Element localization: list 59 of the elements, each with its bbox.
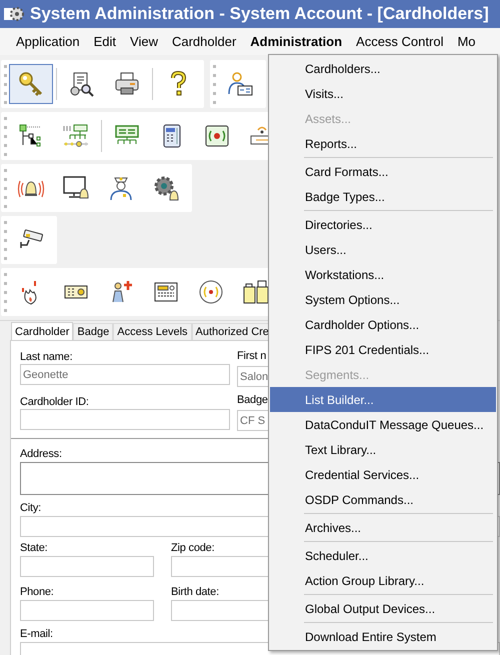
menu-item[interactable]: Administration — [244, 32, 348, 52]
menu-item[interactable]: Badge Types... — [270, 184, 496, 209]
tab[interactable]: Badge — [73, 323, 114, 340]
gear-icon — [4, 5, 24, 23]
network-icon — [62, 122, 90, 150]
grip-handle[interactable] — [213, 64, 216, 104]
grip-handle[interactable] — [4, 116, 7, 156]
field-label: Phone: — [20, 586, 54, 598]
menu-item[interactable]: Reports... — [270, 131, 496, 156]
menu-item[interactable]: OSDP Commands... — [270, 487, 496, 512]
field-label: E-mail: — [20, 628, 53, 640]
gear-bell-icon — [152, 174, 180, 202]
grip-handle[interactable] — [4, 272, 7, 312]
menu-item[interactable]: Action Group Library... — [270, 568, 496, 593]
menu-item[interactable]: Credential Services... — [270, 462, 496, 487]
window-title: System Administration - System Account - [Cardholders] — [30, 3, 489, 26]
menu-item[interactable]: View — [124, 32, 164, 52]
menu-item[interactable]: Application — [10, 32, 86, 52]
grip-handle[interactable] — [4, 220, 7, 260]
key-icon — [17, 70, 45, 98]
menu-item[interactable]: Global Output Devices... — [270, 596, 496, 621]
menu-item[interactable]: Cardholders... — [270, 56, 496, 81]
menu-item[interactable]: Cardholder Options... — [270, 312, 496, 337]
field-label: Address: — [20, 448, 62, 460]
menu-item[interactable]: List Builder... — [270, 387, 496, 412]
cabinet-icon — [242, 278, 270, 306]
document-search-icon — [68, 70, 96, 98]
menu-item[interactable]: Cardholder — [166, 32, 242, 52]
menu-item[interactable]: System Options... — [270, 287, 496, 312]
tab[interactable]: Access Levels — [113, 323, 192, 340]
menu-item[interactable]: Mo — [451, 32, 482, 52]
tab[interactable]: Cardholder — [11, 322, 74, 341]
text-field[interactable] — [20, 409, 230, 430]
menu-item[interactable]: Edit — [88, 32, 122, 52]
menu-item[interactable]: Workstations... — [270, 262, 496, 287]
field-label: Cardholder ID: — [20, 396, 89, 408]
menu-item[interactable]: Archives... — [270, 515, 496, 540]
menu-item[interactable]: Download Entire System — [270, 624, 496, 649]
menu-item[interactable]: Card Formats... — [270, 159, 496, 184]
field-label: Birth date: — [171, 586, 219, 598]
menu-item[interactable]: Users... — [270, 237, 496, 262]
menu-item[interactable]: Visits... — [270, 81, 496, 106]
menu-item[interactable]: Text Library... — [270, 437, 496, 462]
grip-handle[interactable] — [4, 168, 7, 208]
text-field[interactable] — [20, 600, 154, 621]
menu-item[interactable]: Access Control — [350, 32, 450, 52]
siren-icon — [197, 278, 225, 306]
text-field[interactable] — [20, 556, 154, 577]
field-label: First n — [237, 350, 266, 362]
field-label: City: — [20, 502, 42, 514]
person-card-icon — [226, 70, 254, 98]
field-label: State: — [20, 542, 48, 554]
menu-item[interactable]: Scheduler... — [270, 543, 496, 568]
menu-item[interactable]: FIPS 201 Credentials... — [270, 337, 496, 362]
field-label: Badge — [237, 394, 268, 406]
grip-handle[interactable] — [4, 64, 7, 104]
field-label: Last name: — [20, 351, 72, 363]
field-label: Zip code: — [171, 542, 214, 554]
menu-item[interactable]: Directories... — [270, 212, 496, 237]
